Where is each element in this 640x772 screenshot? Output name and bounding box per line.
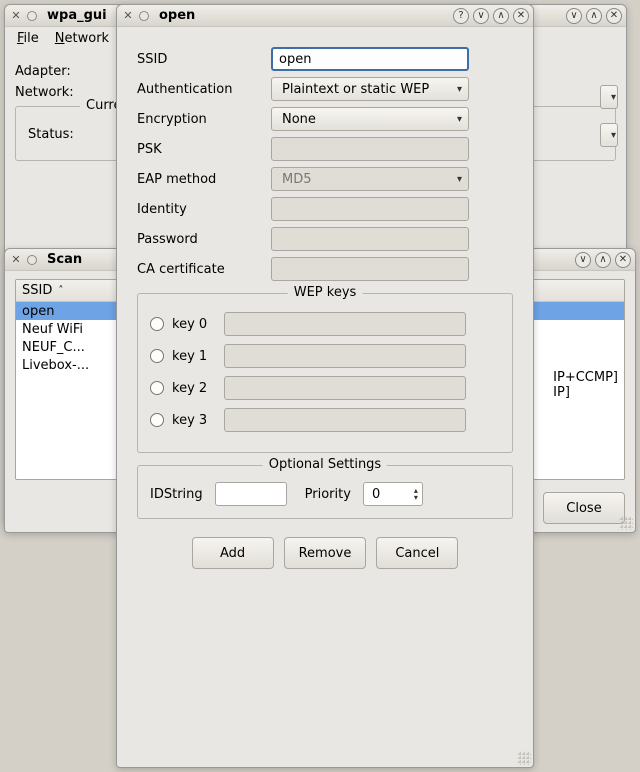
- window-title: wpa_gui: [47, 8, 107, 23]
- priority-spinner[interactable]: 0 ▴ ▾: [363, 482, 423, 506]
- ca-certificate-label: CA certificate: [137, 262, 265, 277]
- chevron-down-icon: ▾: [457, 114, 462, 125]
- auth-label: Authentication: [137, 82, 265, 97]
- maximize-icon[interactable]: ∧: [493, 8, 509, 24]
- add-button[interactable]: Add: [192, 537, 274, 569]
- window-pin-icon[interactable]: [139, 11, 149, 21]
- password-label: Password: [137, 232, 265, 247]
- chevron-down-icon: ▾: [611, 130, 616, 141]
- wep-keys-legend: WEP keys: [288, 285, 363, 300]
- flags-cell: IP+CCMP]: [553, 370, 618, 385]
- remove-button[interactable]: Remove: [284, 537, 367, 569]
- wep-key0-label: key 0: [172, 317, 216, 332]
- idstring-label: IDString: [150, 487, 203, 502]
- optional-settings-legend: Optional Settings: [263, 457, 387, 472]
- wep-key2-input: [224, 376, 466, 400]
- chevron-down-icon: ▾: [611, 92, 616, 103]
- encryption-label: Encryption: [137, 112, 265, 127]
- app-menu-icon[interactable]: ✕: [9, 9, 23, 23]
- menu-network[interactable]: Network: [49, 29, 115, 48]
- resize-grip[interactable]: [517, 751, 531, 765]
- priority-label: Priority: [305, 487, 351, 502]
- app-menu-icon[interactable]: ✕: [121, 9, 135, 23]
- flags-cell: IP]: [553, 385, 618, 400]
- sort-asc-icon: ˄: [58, 285, 63, 296]
- menu-file[interactable]: File: [11, 29, 45, 48]
- close-icon[interactable]: ✕: [606, 8, 622, 24]
- wep-key3-input: [224, 408, 466, 432]
- eap-method-label: EAP method: [137, 172, 265, 187]
- password-input: [271, 227, 469, 251]
- optional-settings-group: Optional Settings IDString Priority 0 ▴ …: [137, 465, 513, 519]
- adapter-label: Adapter:: [15, 64, 93, 79]
- chevron-down-icon: ▾: [457, 84, 462, 95]
- identity-label: Identity: [137, 202, 265, 217]
- app-menu-icon[interactable]: ✕: [9, 253, 23, 267]
- window-pin-icon[interactable]: [27, 255, 37, 265]
- idstring-input[interactable]: [215, 482, 287, 506]
- resize-grip[interactable]: [619, 516, 633, 530]
- minimize-icon[interactable]: ∨: [575, 252, 591, 268]
- authentication-combo[interactable]: Plaintext or static WEP ▾: [271, 77, 469, 101]
- identity-input: [271, 197, 469, 221]
- close-icon[interactable]: ✕: [513, 8, 529, 24]
- ca-certificate-input: [271, 257, 469, 281]
- window-title: open: [159, 8, 195, 23]
- eap-method-combo: MD5 ▾: [271, 167, 469, 191]
- network-config-dialog: ✕ open ? ∨ ∧ ✕ SSID Authentication Plain…: [116, 4, 534, 768]
- close-icon[interactable]: ✕: [615, 252, 631, 268]
- priority-value: 0: [372, 487, 380, 502]
- wep-key3-label: key 3: [172, 413, 216, 428]
- ssid-input[interactable]: [271, 47, 469, 71]
- wep-key1-radio[interactable]: [150, 349, 164, 363]
- wep-key0-input: [224, 312, 466, 336]
- titlebar[interactable]: ✕ open ? ∨ ∧ ✕: [117, 5, 533, 27]
- psk-input: [271, 137, 469, 161]
- adapter-combo[interactable]: ▾: [600, 85, 618, 109]
- wep-key1-input: [224, 344, 466, 368]
- cancel-button[interactable]: Cancel: [376, 537, 458, 569]
- spinner-down-icon[interactable]: ▾: [414, 494, 418, 501]
- status-label: Status:: [28, 127, 106, 142]
- maximize-icon[interactable]: ∧: [595, 252, 611, 268]
- window-title: Scan: [47, 252, 82, 267]
- wep-key3-radio[interactable]: [150, 413, 164, 427]
- maximize-icon[interactable]: ∧: [586, 8, 602, 24]
- wep-key1-label: key 1: [172, 349, 216, 364]
- encryption-combo[interactable]: None ▾: [271, 107, 469, 131]
- close-button[interactable]: Close: [543, 492, 625, 524]
- network-combo[interactable]: ▾: [600, 123, 618, 147]
- chevron-down-icon: ▾: [457, 174, 462, 185]
- wep-keys-group: WEP keys key 0 key 1 key 2 key 3: [137, 293, 513, 453]
- psk-label: PSK: [137, 142, 265, 157]
- wep-key2-label: key 2: [172, 381, 216, 396]
- window-pin-icon[interactable]: [27, 11, 37, 21]
- minimize-icon[interactable]: ∨: [566, 8, 582, 24]
- minimize-icon[interactable]: ∨: [473, 8, 489, 24]
- wep-key2-radio[interactable]: [150, 381, 164, 395]
- wep-key0-radio[interactable]: [150, 317, 164, 331]
- ssid-label: SSID: [137, 52, 265, 67]
- help-icon[interactable]: ?: [453, 8, 469, 24]
